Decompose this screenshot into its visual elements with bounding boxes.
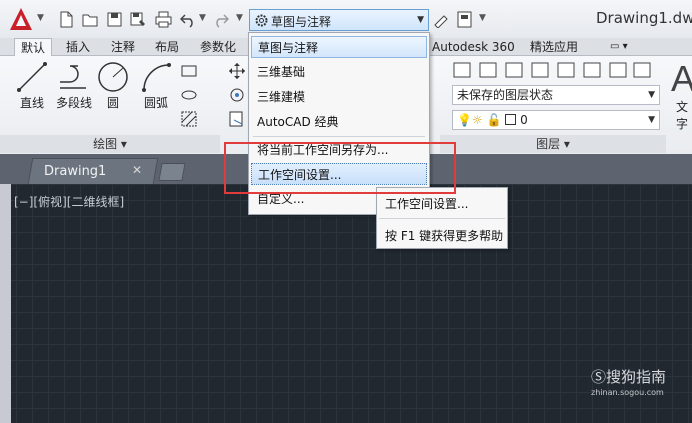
highlight-box	[224, 142, 456, 194]
workspace-combo-label: 草图与注释	[271, 15, 332, 29]
canvas-left-strip	[0, 184, 11, 423]
tooltip-separator	[379, 218, 505, 219]
polyline-tool[interactable]: 多段线	[54, 60, 94, 111]
undo-icon[interactable]	[180, 11, 197, 28]
close-icon[interactable]: ✕	[132, 163, 142, 177]
rotate-icon[interactable]	[228, 86, 246, 104]
watermark-text: 搜狗指南	[606, 368, 667, 386]
workspace-settings-tooltip: 工作空间设置... 按 F1 键获得更多帮助	[376, 187, 508, 249]
text-tool-icon[interactable]: A	[671, 58, 692, 100]
qat-customize-icon[interactable]: ▼	[479, 13, 486, 23]
tab-autodesk360[interactable]: Autodesk 360	[426, 38, 521, 56]
watermark: Ⓢ搜狗指南	[591, 366, 666, 387]
layers-panel-label: 图层	[536, 137, 561, 151]
app-menu-arrow-icon[interactable]: ▼	[37, 13, 44, 23]
stretch-icon[interactable]	[228, 110, 246, 128]
workspace-settings-icon[interactable]	[433, 11, 450, 28]
ellipse-icon[interactable]	[180, 86, 198, 104]
menu-item-autocad-classic[interactable]: AutoCAD 经典	[251, 111, 427, 133]
new-tab-button[interactable]	[158, 163, 186, 181]
circle-tool-label: 圆	[106, 96, 119, 110]
redo-icon[interactable]	[212, 11, 229, 28]
menu-separator	[253, 136, 425, 137]
color-swatch	[505, 114, 517, 125]
draw-panel-footer[interactable]: 绘图 ▾	[0, 135, 220, 153]
layers-panel-footer[interactable]: 图层 ▾	[440, 135, 666, 153]
viewport-label[interactable]: [−][俯视][二维线框]	[14, 193, 124, 210]
layer-state-label: 未保存的图层状态	[457, 88, 554, 102]
move-icon[interactable]	[228, 62, 246, 80]
layer-state-combo[interactable]: 未保存的图层状态 ▼	[452, 85, 660, 105]
watermark-logo-icon: Ⓢ	[591, 368, 607, 386]
menu-item-drafting-annotation[interactable]: 草图与注释	[251, 36, 427, 58]
open-folder-icon[interactable]	[82, 11, 99, 28]
line-tool-label: 直线	[19, 96, 44, 110]
layer-buttons-icon[interactable]	[452, 60, 652, 80]
watermark-url: zhinan.sogou.com	[591, 388, 664, 397]
save-as-icon[interactable]	[130, 11, 147, 28]
arc-tool[interactable]: 圆弧	[138, 60, 174, 111]
chevron-down-icon: ▼	[648, 115, 655, 125]
bulb-icon: 💡☼	[457, 113, 483, 127]
tab-annotate[interactable]: 注释	[105, 38, 141, 56]
lock-icon: 🔓	[486, 113, 502, 127]
chevron-down-icon: ▼	[417, 15, 424, 25]
tab-parametric[interactable]: 参数化	[194, 38, 242, 56]
line-icon	[17, 62, 47, 92]
ribbon-minimize-icon[interactable]: ▭ ▾	[604, 38, 634, 56]
draw-panel-label: 绘图	[93, 137, 118, 151]
circle-icon	[98, 62, 128, 92]
line-tool[interactable]: 直线	[14, 60, 50, 111]
polyline-icon	[60, 65, 86, 89]
gear-icon	[255, 14, 268, 27]
save-icon[interactable]	[106, 11, 123, 28]
arc-icon	[142, 63, 171, 92]
layer-current-combo[interactable]: 💡☼ 🔓 0 ▼	[452, 110, 660, 130]
menu-item-3d-modeling[interactable]: 三维建模	[251, 86, 427, 108]
tab-insert[interactable]: 插入	[60, 38, 96, 56]
document-tab-label[interactable]: Drawing1	[44, 164, 106, 179]
polyline-tool-label: 多段线	[55, 96, 92, 110]
tooltip-help: 按 F1 键获得更多帮助	[385, 229, 504, 243]
undo-dropdown-icon[interactable]: ▼	[199, 13, 206, 23]
tab-featured-apps[interactable]: 精选应用	[524, 38, 584, 56]
layer-tools-row	[452, 60, 662, 80]
menu-item-3d-basics[interactable]: 三维基础	[251, 61, 427, 83]
rectangle-icon[interactable]	[180, 62, 198, 80]
print-icon[interactable]	[155, 11, 172, 28]
properties-icon[interactable]	[456, 11, 473, 28]
chevron-down-icon: ▼	[648, 90, 655, 100]
redo-dropdown-icon[interactable]: ▼	[236, 13, 243, 23]
hatch-icon[interactable]	[180, 110, 198, 128]
circle-tool[interactable]: 圆	[96, 60, 130, 111]
new-file-icon[interactable]	[58, 11, 75, 28]
autocad-logo-icon[interactable]	[8, 6, 34, 32]
drawing-title: Drawing1.dwg	[596, 9, 692, 27]
drawing-canvas[interactable]	[0, 184, 692, 423]
layer-current-label: 0	[520, 113, 528, 127]
tab-layout[interactable]: 布局	[149, 38, 185, 56]
tooltip-title: 工作空间设置...	[385, 197, 469, 211]
tab-default[interactable]: 默认	[14, 38, 53, 57]
arc-tool-label: 圆弧	[143, 96, 168, 110]
workspace-combo[interactable]: 草图与注释 ▼	[249, 9, 429, 31]
text-tool-label: 文字	[676, 100, 689, 131]
